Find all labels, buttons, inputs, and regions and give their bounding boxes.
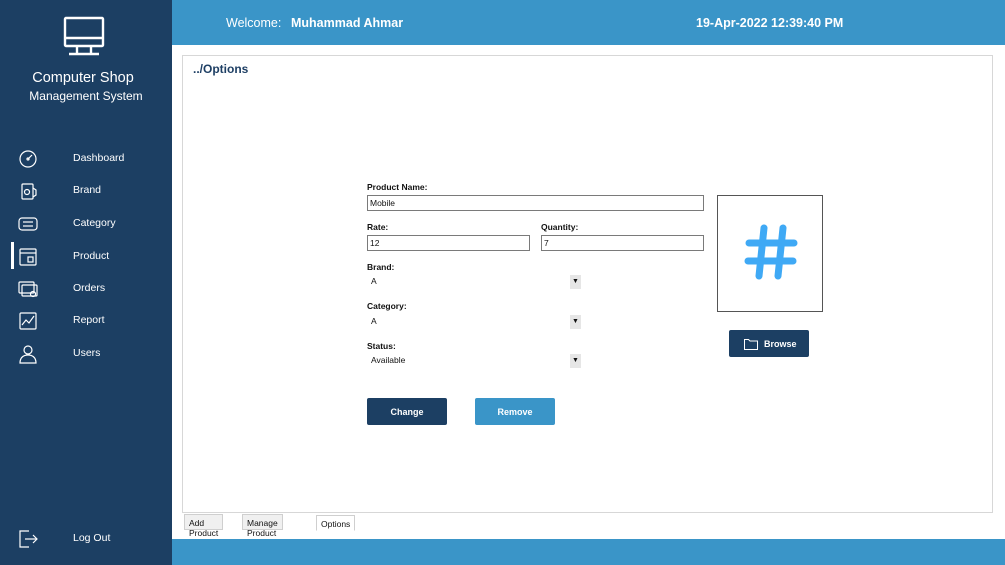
header-bar: Welcome: Muhammad Ahmar 19-Apr-2022 12:3… [172,0,1005,45]
sidebar-item-users[interactable]: Users [0,339,172,369]
sidebar-item-label: Users [73,347,101,359]
computer-icon [63,16,105,56]
product-name-label: Product Name: [367,182,428,192]
brand-select-value: A [371,276,377,286]
quantity-input[interactable] [541,235,704,251]
chevron-down-icon[interactable]: ▼ [570,315,581,329]
sidebar-item-label: Brand [73,184,102,196]
report-icon [19,312,37,330]
tab-options[interactable]: Options [316,515,356,531]
footer-bar [172,539,1005,565]
sidebar-item-product[interactable]: Product [0,242,172,272]
sidebar-item-dashboard[interactable]: Dashboard [0,144,172,174]
dashboard-icon [19,150,37,168]
product-name-input[interactable] [367,195,704,211]
users-icon [19,345,37,364]
rate-label: Rate: [367,222,389,232]
product-image-frame [717,195,823,312]
category-icon [18,217,38,231]
chevron-down-icon[interactable]: ▼ [570,275,581,289]
category-select-value: A [371,316,377,326]
sidebar-item-orders[interactable]: Orders [0,274,172,304]
status-label: Status: [367,341,396,351]
product-icon [19,248,37,266]
orders-icon [18,281,38,298]
quantity-label: Quantity: [541,222,579,232]
chevron-down-icon[interactable]: ▼ [570,354,581,368]
app-title: Computer Shop [32,70,134,86]
sidebar-item-label: Dashboard [73,152,125,164]
brand-label: Brand: [367,262,395,272]
status-select[interactable]: Available ▼ [368,354,581,368]
logout-button[interactable]: Log Out [0,524,172,554]
tab-add-product[interactable]: Add Product [184,514,224,538]
sidebar-item-label: Orders [73,282,106,294]
remove-button[interactable]: Remove [475,398,555,425]
app-subtitle: Management System [29,89,143,103]
datetime: 19-Apr-2022 12:39:40 PM [696,16,844,30]
breadcrumb: ../Options [193,62,249,76]
sidebar-item-report[interactable]: Report [0,306,172,336]
sidebar-item-label: Product [73,250,110,262]
browse-button[interactable]: Browse [729,330,809,357]
welcome-label: Welcome: [226,16,282,30]
change-button[interactable]: Change [367,398,447,425]
sidebar-item-category[interactable]: Category [0,209,172,239]
status-select-value: Available [371,355,406,365]
logout-icon [19,530,38,548]
options-panel: ../Options Product Name: Rate: Quantity:… [182,55,993,513]
logout-label: Log Out [73,532,111,544]
user-name: Muhammad Ahmar [291,16,404,30]
brand-select[interactable]: A ▼ [368,275,581,289]
brand-icon [21,183,37,200]
browse-label: Browse [764,339,797,349]
sidebar-item-label: Category [73,217,116,229]
hash-icon [744,224,798,280]
tab-manage-product[interactable]: Manage Product [242,514,283,538]
sidebar-item-brand[interactable]: Brand [0,176,172,206]
rate-input[interactable] [367,235,530,251]
category-label: Category: [367,301,407,311]
folder-icon [744,339,758,350]
category-select[interactable]: A ▼ [368,315,581,329]
sidebar: Computer Shop Management System Dashboar… [0,0,172,565]
sidebar-item-label: Report [73,314,105,326]
